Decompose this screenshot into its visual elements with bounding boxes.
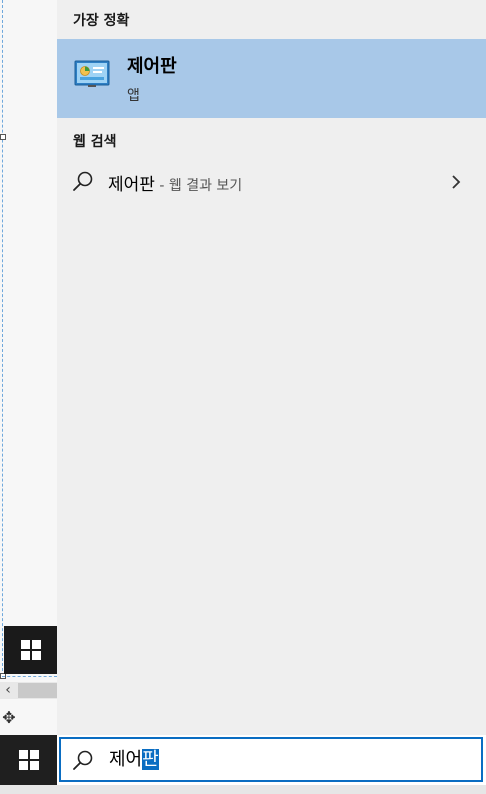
search-icon (73, 171, 93, 191)
selection-border (2, 0, 3, 676)
start-button-preview (4, 626, 57, 674)
scroll-left-icon[interactable]: ‹ (2, 682, 14, 699)
start-menu-panel: 가장 정확 제어판 앱 웹 검색 제어판 - 웹 결과 보기 (57, 0, 486, 735)
web-result-suffix: - 웹 결과 보기 (154, 178, 243, 194)
selection-border (2, 676, 57, 677)
horizontal-scrollbar[interactable]: ‹ (0, 682, 57, 699)
web-result-text: 제어판 - 웹 결과 보기 (108, 170, 242, 195)
search-icon (73, 750, 93, 770)
search-autocomplete-selection: 판 (142, 749, 159, 770)
taskbar-edge (0, 785, 486, 794)
search-typed-text: 제어 (109, 749, 143, 770)
web-result-item[interactable]: 제어판 - 웹 결과 보기 (57, 164, 486, 202)
search-input[interactable]: 제어판 (59, 737, 483, 782)
best-match-title: 제어판 (127, 56, 177, 77)
web-result-query: 제어판 (108, 175, 155, 195)
scroll-thumb[interactable] (18, 683, 57, 698)
best-match-item[interactable]: 제어판 앱 (57, 39, 486, 118)
best-match-subtitle: 앱 (127, 88, 140, 104)
best-match-header: 가장 정확 (73, 13, 130, 29)
chevron-right-icon[interactable] (450, 173, 462, 191)
start-button[interactable] (0, 735, 57, 785)
windows-logo-icon (20, 640, 41, 660)
move-icon[interactable]: ✥ (0, 709, 18, 727)
background-window (0, 0, 57, 794)
web-search-header: 웹 검색 (73, 134, 117, 150)
control-panel-icon (74, 60, 110, 87)
resize-handle[interactable] (0, 134, 6, 140)
search-query: 제어판 (109, 747, 159, 773)
windows-logo-icon (18, 750, 39, 770)
